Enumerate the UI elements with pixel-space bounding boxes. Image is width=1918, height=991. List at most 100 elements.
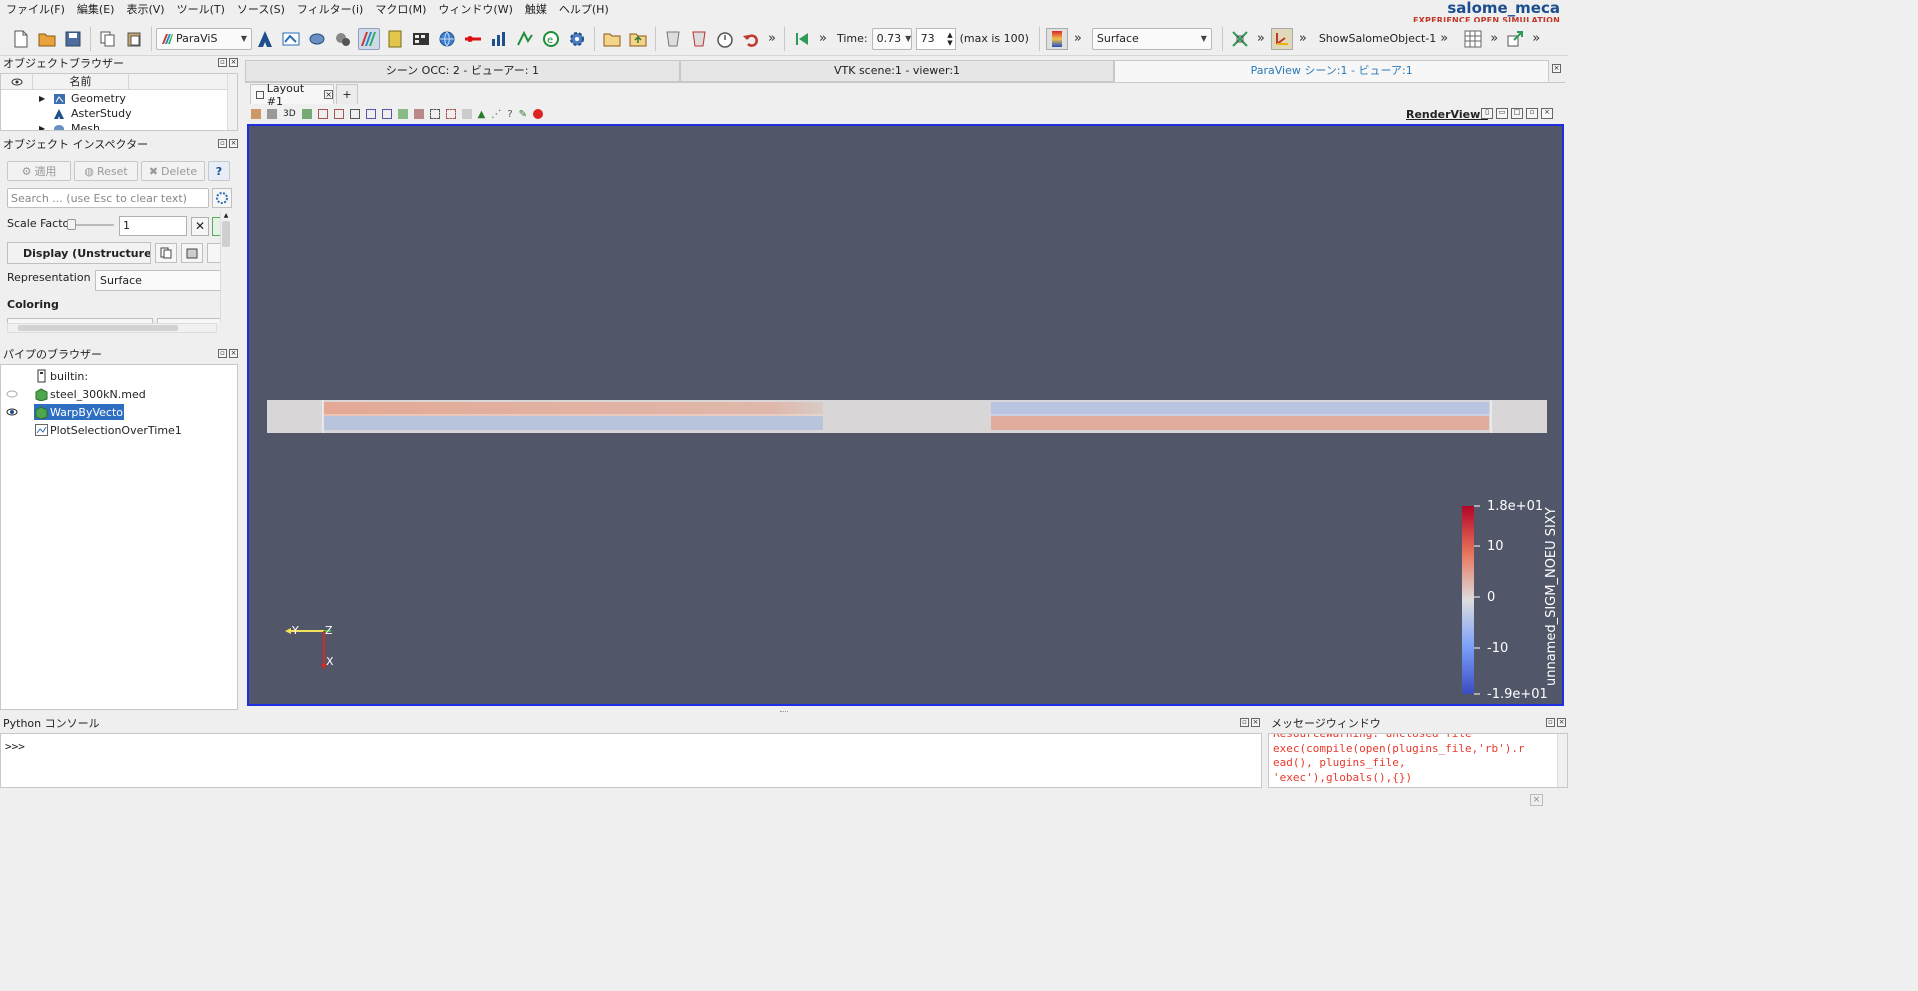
menu-macros[interactable]: マクロ(M) [369, 0, 432, 20]
menu-catalyst[interactable]: 触媒 [519, 0, 553, 20]
close-panel-icon[interactable]: × [1557, 718, 1566, 727]
hover-cells-icon[interactable]: ⋰ [491, 109, 501, 120]
menu-sources[interactable]: ソース(S) [231, 0, 291, 20]
float-panel-icon[interactable]: ▫ [1240, 718, 1249, 727]
scroll-up-icon[interactable]: ▲ [221, 212, 231, 219]
hover-points-icon[interactable] [445, 109, 456, 119]
status-close-icon[interactable]: × [1530, 794, 1543, 806]
axes-icon[interactable] [1270, 27, 1293, 50]
slider-handle[interactable] [67, 219, 76, 230]
show-object-label[interactable]: ShowSalomeObject-1 [1319, 32, 1436, 45]
toolbar-overflow[interactable]: » [768, 31, 776, 46]
message-scrollbar[interactable] [1557, 734, 1567, 787]
color-map-icon[interactable] [1045, 27, 1068, 50]
maximize-view-icon[interactable]: □ [1511, 108, 1523, 119]
select-frustum-icon[interactable] [349, 109, 360, 119]
copy-icon[interactable] [97, 28, 119, 50]
expand-arrow-icon[interactable]: ▶ [39, 94, 45, 103]
interactive-select-icon[interactable] [381, 109, 392, 119]
clip-icon[interactable] [462, 28, 484, 50]
load-state-icon[interactable] [627, 28, 649, 50]
tree-item-geometry[interactable]: ▶ Geometry [1, 91, 237, 106]
open-data-icon[interactable] [601, 28, 623, 50]
open-folder-icon[interactable] [36, 28, 58, 50]
pipeline-item-builtin[interactable]: builtin: [1, 367, 237, 385]
layout-tab[interactable]: Layout #1 × [250, 82, 334, 108]
pick-center-icon[interactable]: ▲ [478, 109, 486, 120]
toolbar-overflow[interactable]: » [1532, 31, 1540, 46]
tab-vtk-viewer[interactable]: VTK scene:1 - viewer:1 [679, 60, 1115, 82]
grow-selection-icon[interactable] [397, 109, 408, 119]
close-panel-icon[interactable]: × [1251, 718, 1260, 727]
time-value-combo[interactable]: 0.73 ▼ [871, 27, 912, 50]
paste-icon[interactable] [123, 28, 145, 50]
render-canvas[interactable]: Y Z X 1.8e+01 10 0 -10 -1.9e+01 unnamed_… [249, 126, 1562, 704]
python-console[interactable]: >>> [0, 733, 1262, 788]
add-layout-button[interactable]: + [336, 84, 358, 104]
representation-combo[interactable]: Surface ▼ [1091, 27, 1212, 50]
split-v-button-icon[interactable]: ▭ [1496, 108, 1508, 119]
float-panel-icon[interactable]: ▫ [218, 349, 227, 358]
toolbar-overflow[interactable]: » [1074, 31, 1082, 46]
visibility-column-eye-icon[interactable] [1, 74, 33, 89]
menu-edit[interactable]: 編集(E) [71, 0, 121, 20]
help-button[interactable]: ? [208, 161, 230, 181]
toolbar-overflow[interactable]: » [1257, 31, 1265, 46]
close-panel-icon[interactable]: × [229, 349, 238, 358]
notebook-icon[interactable] [384, 28, 406, 50]
asterstudy-icon[interactable] [254, 28, 276, 50]
menu-file[interactable]: ファイル(F) [0, 0, 71, 20]
split-horizontal-icon[interactable] [251, 109, 261, 119]
paste-properties-icon[interactable] [181, 243, 203, 263]
shaper-icon[interactable] [332, 28, 354, 50]
paravis-active-icon[interactable] [358, 27, 380, 50]
clear-selection-icon[interactable] [533, 109, 544, 119]
toolbar-overflow[interactable]: » [1440, 31, 1448, 46]
eye-closed-icon[interactable] [6, 390, 18, 398]
scale-factor-input[interactable]: 1 [119, 216, 187, 236]
edit-selection-icon[interactable]: ✎ [519, 109, 527, 120]
pipeline-item-warpbyvector[interactable]: WarpByVector1 [1, 403, 237, 421]
capture-icon[interactable] [301, 109, 312, 119]
display-section-header[interactable]: Display (UnstructuredG [7, 242, 151, 264]
function-icon[interactable] [514, 28, 536, 50]
pipeline-item-steel-med[interactable]: steel_300kN.med [1, 385, 237, 403]
pipeline-item-plot-selection[interactable]: PlotSelectionOverTime1 [1, 421, 237, 439]
split-h-button-icon[interactable]: ▯ [1481, 108, 1493, 119]
eficas-icon[interactable]: e [540, 28, 562, 50]
tab-paraview-viewer[interactable]: ParaView シーン:1 - ビューア:1 [1114, 60, 1550, 82]
name-column-header[interactable]: 名前 [33, 74, 129, 89]
first-frame-icon[interactable] [791, 28, 813, 50]
properties-search-input[interactable]: Search ... (use Esc to clear text) [7, 188, 209, 208]
select-edit-icon[interactable] [461, 109, 472, 119]
split-vertical-icon[interactable] [267, 109, 277, 119]
globe-icon[interactable] [436, 28, 458, 50]
select-cells-icon[interactable] [317, 109, 328, 119]
export-icon[interactable] [1504, 28, 1526, 50]
view-3d-toggle[interactable]: 3D [283, 109, 296, 119]
scroll-thumb[interactable] [222, 221, 230, 247]
inspector-horizontal-scrollbar[interactable] [7, 323, 217, 333]
menu-view[interactable]: 表示(V) [120, 0, 170, 20]
splitter-handle[interactable] [780, 711, 788, 713]
scroll-thumb[interactable] [18, 325, 178, 331]
toolbar-overflow[interactable]: » [1299, 31, 1307, 46]
reset-camera-icon[interactable] [1229, 28, 1251, 50]
settings-gear-icon[interactable] [566, 28, 588, 50]
advanced-settings-gear-icon[interactable] [212, 188, 232, 208]
select-points-icon[interactable] [333, 109, 344, 119]
close-layout-icon[interactable]: × [324, 90, 333, 99]
server-connect-icon[interactable] [662, 28, 684, 50]
undo-icon[interactable] [740, 28, 762, 50]
clear-value-icon[interactable]: ✕ [191, 217, 209, 236]
reload-properties-icon[interactable] [207, 243, 221, 263]
tab-occ-viewer[interactable]: シーン OCC: 2 - ビューアー: 1 [245, 60, 680, 82]
representation-select[interactable]: Surface [95, 270, 221, 291]
time-index-spinbox[interactable]: 73 ▲ ▼ [915, 27, 956, 50]
module-selector[interactable]: ParaViS ▼ [156, 27, 252, 50]
bar-chart-icon[interactable] [488, 28, 510, 50]
menu-tools[interactable]: ツール(T) [171, 0, 231, 20]
restore-view-icon[interactable]: ▫ [1526, 108, 1538, 119]
render-viewport[interactable]: Y Z X 1.8e+01 10 0 -10 -1.9e+01 unnamed_… [247, 124, 1564, 706]
vertical-scrollbar[interactable] [227, 74, 237, 130]
